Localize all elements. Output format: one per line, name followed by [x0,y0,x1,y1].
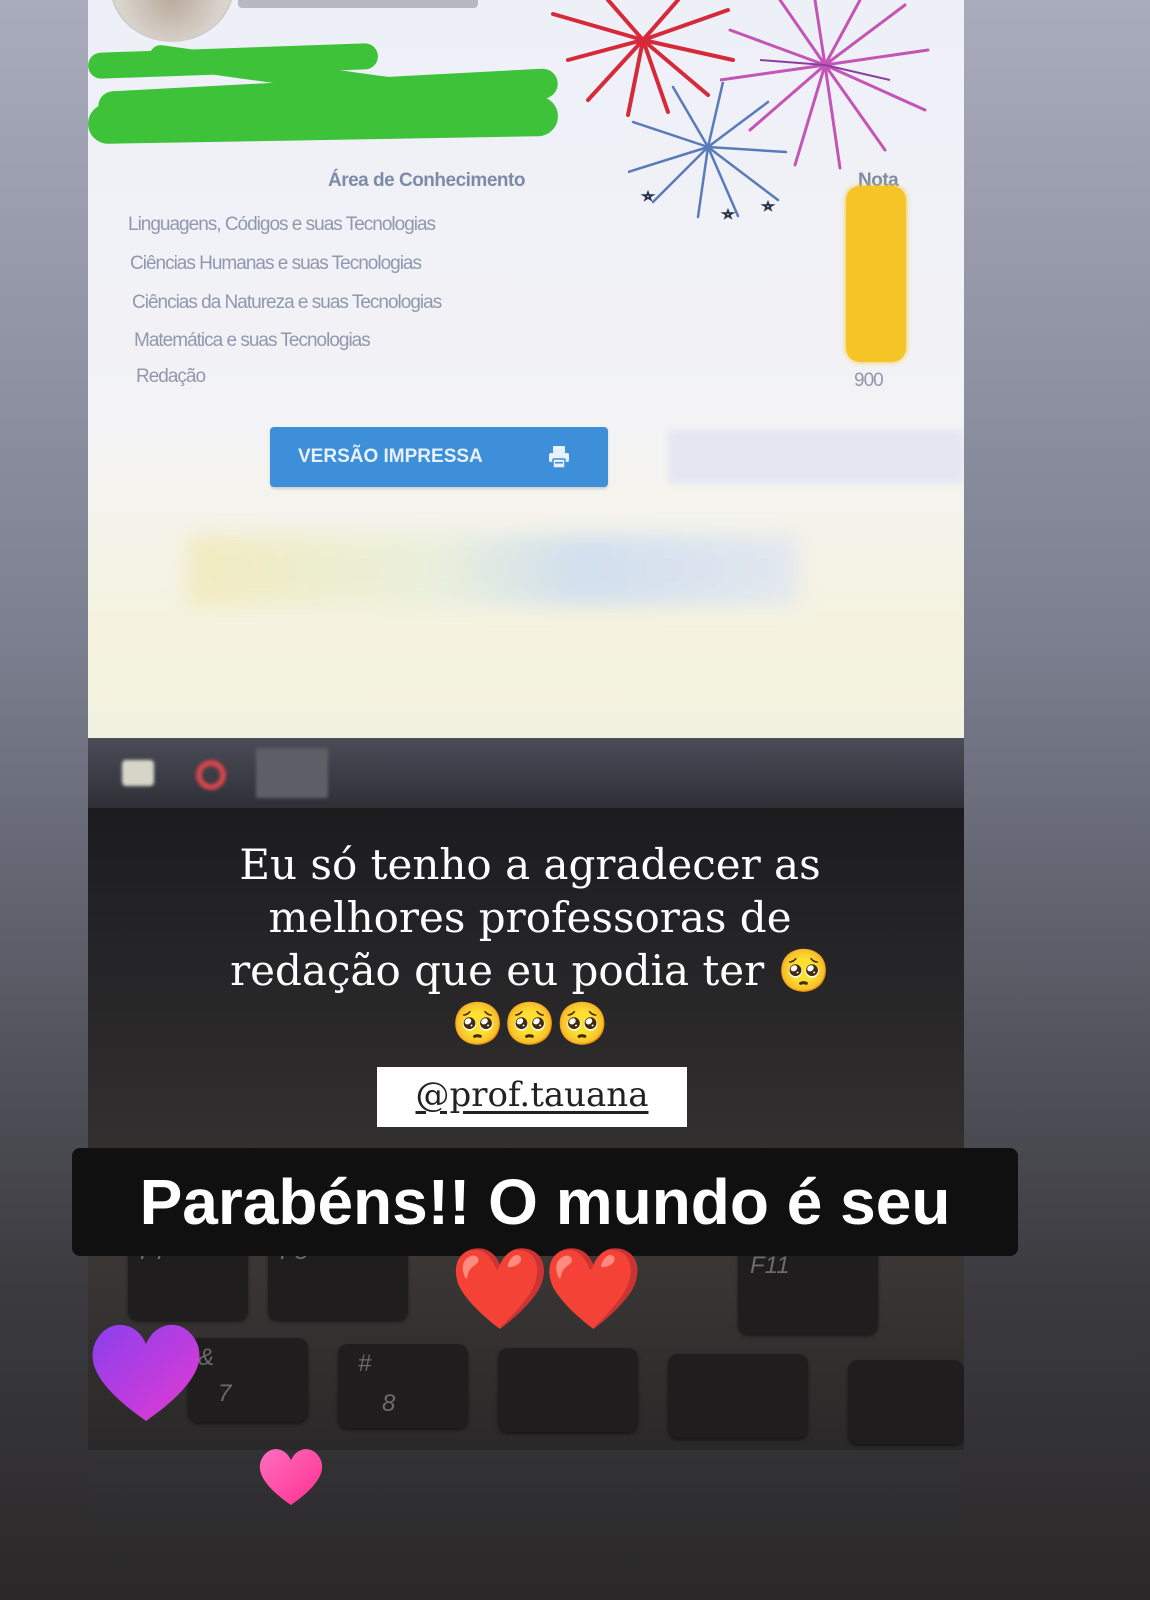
area-column-header: Área de Conhecimento [328,170,525,191]
purple-heart-icon [92,1324,200,1421]
taskbar [88,738,964,808]
essay-score: 900 [854,370,884,391]
pink-heart-icon [259,1449,323,1506]
browser-icon[interactable] [256,748,328,798]
subject-languages: Linguagens, Códigos e suas Tecnologias [128,214,436,235]
secondary-button-blurred[interactable] [668,430,964,484]
congrats-banner: Parabéns!! O mundo é seu [72,1148,1018,1256]
firework-blue-icon [628,82,788,220]
background-blur-right [960,0,1150,1600]
mention-tag[interactable]: @prof.tauana [377,1067,687,1127]
print-button-label: VERSÃO IMPRESSA [298,446,483,467]
subject-humanities: Ciências Humanas e suas Tecnologias [130,253,422,274]
story-caption: Eu só tenho a agradecer as melhores prof… [230,840,830,1048]
subject-essay: Redação [136,366,206,387]
blurred-content [188,535,798,605]
redacted-name [238,0,478,8]
avatar [110,0,234,42]
subject-math: Matemática e suas Tecnologias [134,330,371,351]
printer-icon [549,446,569,469]
red-hearts-emoji: ❤️❤️ [450,1244,643,1333]
folder-icon[interactable] [122,760,154,786]
key-0 [668,1354,808,1438]
key-7: 7 & [188,1338,308,1422]
print-version-button[interactable]: VERSÃO IMPRESSA [270,427,608,487]
opera-icon[interactable] [196,760,226,790]
key-minus [848,1360,964,1444]
background-blur-left [0,0,90,1600]
key-f11: F11 [738,1244,878,1334]
key-8: 8 # [338,1344,468,1428]
subject-natural-sciences: Ciências da Natureza e suas Tecnologias [132,292,442,313]
key-9 [498,1348,638,1432]
yellow-score-redaction [846,186,906,362]
